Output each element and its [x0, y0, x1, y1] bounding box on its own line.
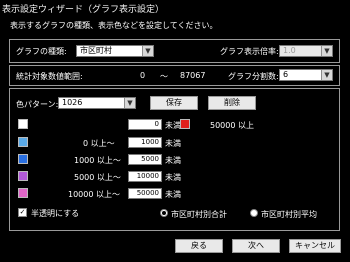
band-unit-label: 未満: [165, 156, 181, 165]
stats-range-label: 統計対象数値範囲:: [16, 72, 83, 81]
band-lower-label: 1000 以上〜: [74, 156, 121, 165]
stats-max-value: 87067: [180, 71, 206, 80]
graph-type-select[interactable]: 市区町村 ▼: [76, 45, 154, 57]
palette-label: 色パターン:: [16, 100, 59, 109]
aggregate-total-radio[interactable]: [160, 209, 168, 217]
aggregate-average-label: 市区町村別平均: [261, 210, 317, 219]
band-lower-label: 5000 以上〜: [74, 173, 121, 182]
window-title: 表示設定ウィザード（グラフ表示設定）: [2, 5, 165, 15]
back-button[interactable]: 戻る: [175, 239, 223, 253]
color-settings-panel: 色パターン: 1026 ▼ 保存 削除 0 未満 0 以上〜 1000 未満 1…: [9, 88, 340, 231]
chevron-down-icon: ▼: [124, 98, 135, 108]
band-unit-label: 未満: [165, 139, 181, 148]
divisions-label: グラフ分割数:: [228, 72, 279, 81]
semi-transparent-checkbox[interactable]: ✓: [18, 208, 27, 217]
semi-transparent-label: 半透明にする: [31, 209, 80, 218]
band-upper-input[interactable]: 50000: [128, 188, 162, 199]
delete-palette-button[interactable]: 削除: [208, 96, 256, 110]
band-lower-label: 0 以上〜: [83, 139, 115, 148]
divisions-select[interactable]: 6 ▼: [279, 69, 333, 81]
band-unit-label: 未満: [165, 173, 181, 182]
band-lower-label: 10000 以上〜: [68, 190, 120, 199]
save-palette-button[interactable]: 保存: [150, 96, 198, 110]
band-upper-input[interactable]: 1000: [128, 137, 162, 148]
top-band-color-swatch[interactable]: [180, 119, 190, 129]
chevron-down-icon: ▼: [321, 70, 332, 80]
aggregate-average-radio[interactable]: [250, 209, 258, 217]
chevron-down-icon: ▼: [321, 46, 332, 56]
palette-select[interactable]: 1026 ▼: [58, 97, 136, 109]
graph-scale-select[interactable]: 1.0 ▼: [279, 45, 333, 57]
band-unit-label: 未満: [165, 190, 181, 199]
stats-min-value: 0: [140, 71, 146, 80]
band-upper-input[interactable]: 10000: [128, 171, 162, 182]
graph-type-label: グラフの種類:: [16, 47, 67, 56]
band-color-swatch[interactable]: [18, 154, 28, 164]
band-upper-input[interactable]: 5000: [128, 154, 162, 165]
band-color-swatch[interactable]: [18, 119, 28, 129]
chevron-down-icon: ▼: [142, 46, 153, 56]
cancel-button[interactable]: キャンセル: [289, 239, 341, 253]
aggregate-total-label: 市区町村別合計: [171, 210, 227, 219]
graph-scale-label: グラフ表示倍率:: [220, 47, 279, 56]
stats-panel: 統計対象数値範囲: 0 〜 87067 グラフ分割数: 6 ▼: [9, 65, 340, 86]
stats-tilde: 〜: [160, 72, 168, 81]
band-upper-input[interactable]: 0: [128, 119, 162, 130]
band-color-swatch[interactable]: [18, 171, 28, 181]
instruction-text: 表示するグラフの種類、表示色などを設定してください。: [10, 21, 218, 30]
band-color-swatch[interactable]: [18, 188, 28, 198]
next-button[interactable]: 次へ: [232, 239, 280, 253]
top-band-label: 50000 以上: [210, 121, 254, 130]
graph-type-panel: グラフの種類: 市区町村 ▼ グラフ表示倍率: 1.0 ▼: [9, 39, 340, 63]
band-color-swatch[interactable]: [18, 137, 28, 147]
band-unit-label: 未満: [165, 121, 181, 130]
